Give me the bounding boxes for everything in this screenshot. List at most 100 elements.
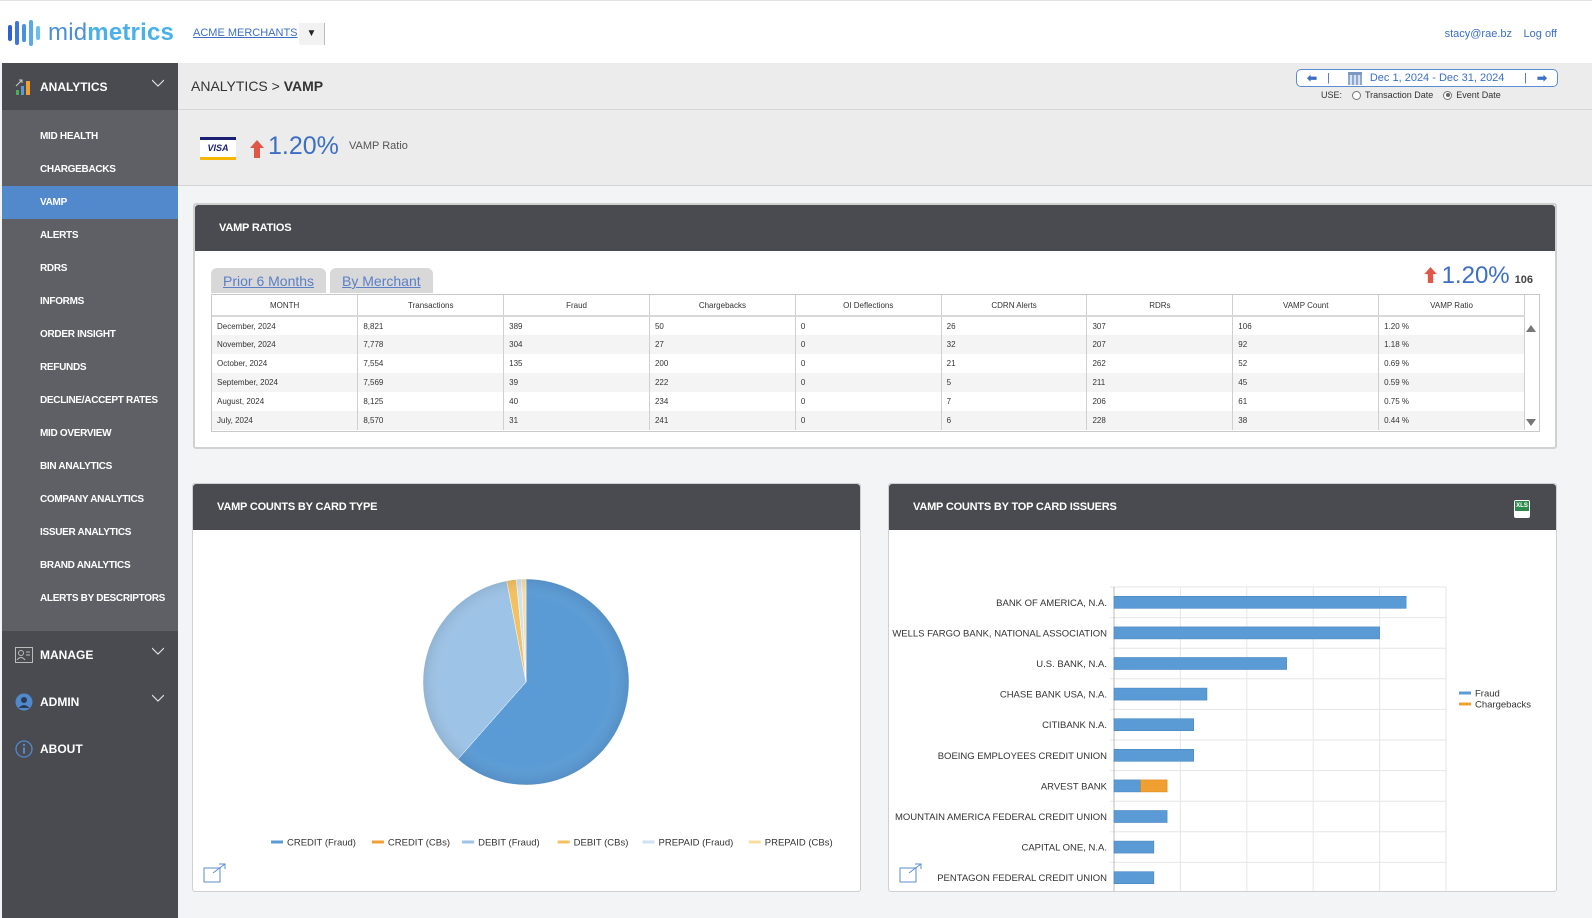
sidebar-item-alerts[interactable]: ALERTS <box>2 219 178 252</box>
sidebar-item-decline-accept-rates[interactable]: DECLINE/ACCEPT RATES <box>2 384 178 417</box>
tab-by-merchant[interactable]: By Merchant <box>330 268 433 293</box>
bar-fraud[interactable] <box>1113 810 1168 823</box>
date-range-text[interactable]: Dec 1, 2024 - Dec 31, 2024 <box>1370 72 1524 84</box>
bar-fraud[interactable] <box>1113 657 1287 670</box>
radio-transaction-date[interactable] <box>1352 90 1362 100</box>
sidebar-item-vamp[interactable]: VAMP <box>2 186 178 219</box>
table-body: December, 2024 8,821 389 50 0 26 307 106 1.20 % N… <box>212 316 1525 430</box>
sidebar-item-alerts-by-descriptors[interactable]: ALERTS BY DESCRIPTORS <box>2 582 178 615</box>
table-cell: 0 <box>795 411 942 430</box>
legend-item[interactable]: DEBIT (CBs) <box>557 838 629 849</box>
logo-bars-icon <box>8 20 40 46</box>
scroll-up-icon[interactable] <box>1526 325 1536 332</box>
sidebar-section-about[interactable]: ABOUT <box>2 725 178 772</box>
bar-fraud[interactable] <box>1113 840 1155 854</box>
sidebar-item-rdrs[interactable]: RDRS <box>2 252 178 285</box>
bar-fraud[interactable] <box>1113 718 1194 731</box>
date-range-picker[interactable]: ⬅ | Dec 1, 2024 - Dec 31, 2024 | ➡ <box>1296 69 1558 87</box>
column-header[interactable]: Fraud <box>503 295 650 317</box>
merchant-dropdown[interactable]: ▼ <box>299 23 325 45</box>
brand-light: mid <box>48 19 88 46</box>
breadcrumb-parent[interactable]: ANALYTICS <box>191 78 268 94</box>
table-cell: 106 <box>1232 316 1380 335</box>
legend-item[interactable]: Fraud <box>1459 689 1500 700</box>
table-cell: September, 2024 <box>212 373 359 392</box>
table-cell: 0.69 % <box>1378 354 1525 373</box>
arrow-right-icon[interactable]: ➡ <box>1527 71 1557 85</box>
sidebar-item-brand-analytics[interactable]: BRAND ANALYTICS <box>2 549 178 582</box>
bar-fraud[interactable] <box>1113 626 1380 640</box>
user-email-link[interactable]: stacy@rae.bz <box>1445 28 1512 40</box>
calendar-icon[interactable] <box>1347 71 1362 85</box>
column-header[interactable]: VAMP Ratio <box>1378 295 1525 317</box>
table-cell: 7,778 <box>357 335 505 354</box>
legend-label: DEBIT (CBs) <box>574 838 629 849</box>
user-icon <box>14 692 34 712</box>
bar-chargebacks[interactable] <box>1140 779 1168 793</box>
legend-item[interactable]: PREPAID (Fraud) <box>642 838 734 849</box>
bar-fraud[interactable] <box>1113 749 1194 762</box>
legend-item[interactable]: DEBIT (Fraud) <box>462 838 540 849</box>
arrow-left-icon[interactable]: ⬅ <box>1297 71 1327 85</box>
legend-item[interactable]: PREPAID (CBs) <box>748 838 833 849</box>
table-cell: 0.44 % <box>1378 411 1525 430</box>
sidebar-item-bin-analytics[interactable]: BIN ANALYTICS <box>2 450 178 483</box>
table-scrollbar[interactable] <box>1523 317 1539 431</box>
table-cell: 0.75 % <box>1378 392 1525 411</box>
legend-label: CREDIT (CBs) <box>388 838 450 849</box>
legend-item[interactable]: CREDIT (Fraud) <box>271 838 356 849</box>
column-header[interactable]: Chargebacks <box>649 295 796 317</box>
table-cell: 39 <box>503 373 650 392</box>
table-cell: 241 <box>649 411 796 430</box>
merchant-link[interactable]: ACME MERCHANTS <box>193 27 298 39</box>
y-tick-label: U.S. BANK, N.A. <box>1036 659 1107 670</box>
table-cell: 0 <box>795 335 942 354</box>
sidebar-item-chargebacks[interactable]: CHARGEBACKS <box>2 153 178 186</box>
sidebar-item-issuer-analytics[interactable]: ISSUER ANALYTICS <box>2 516 178 549</box>
radio-event-date[interactable] <box>1443 90 1453 100</box>
scroll-down-icon[interactable] <box>1526 419 1536 426</box>
column-header[interactable]: MONTH <box>212 295 359 317</box>
table-cell: 40 <box>503 392 650 411</box>
legend-item[interactable]: CREDIT (CBs) <box>371 838 450 849</box>
sidebar-item-mid-overview[interactable]: MID OVERVIEW <box>2 417 178 450</box>
ratio-summary-value: 1.20% <box>1441 262 1510 289</box>
excel-export-icon[interactable]: XLS <box>1514 500 1530 518</box>
table-cell: 0 <box>795 354 942 373</box>
legend-item[interactable]: Chargebacks <box>1459 700 1531 711</box>
table-cell: 38 <box>1232 411 1380 430</box>
table-cell: 27 <box>649 335 796 354</box>
column-header[interactable]: VAMP Count <box>1232 295 1380 317</box>
column-header[interactable]: CDRN Alerts <box>941 295 1088 317</box>
bar-fraud[interactable] <box>1113 871 1155 885</box>
popout-icon[interactable] <box>203 863 227 883</box>
column-header[interactable]: Transactions <box>357 295 505 317</box>
chevron-down-icon <box>152 647 164 655</box>
sidebar-item-mid-health[interactable]: MID HEALTH <box>2 120 178 153</box>
bar-fraud[interactable] <box>1113 596 1407 609</box>
column-header[interactable]: RDRs <box>1086 295 1234 317</box>
sidebar-item-order-insight[interactable]: ORDER INSIGHT <box>2 318 178 351</box>
table-row: December, 2024 8,821 389 50 0 26 307 106 1.20 % <box>212 316 1525 335</box>
sidebar-item-refunds[interactable]: REFUNDS <box>2 351 178 384</box>
column-header[interactable]: OI Deflections <box>795 295 942 317</box>
table-cell: August, 2024 <box>212 392 359 411</box>
midmetrics-logo[interactable]: midmetrics <box>8 19 174 47</box>
table-cell: July, 2024 <box>212 411 359 430</box>
sidebar-section-manage[interactable]: MANAGE <box>2 631 178 678</box>
bar-fraud[interactable] <box>1113 687 1208 701</box>
legend-label: DEBIT (Fraud) <box>478 838 540 849</box>
popout-icon[interactable] <box>899 863 923 883</box>
bar-fraud[interactable] <box>1113 779 1141 793</box>
sidebar-section-admin[interactable]: ADMIN <box>2 678 178 725</box>
logoff-link[interactable]: Log off <box>1524 28 1557 40</box>
table-cell: 8,125 <box>357 392 505 411</box>
sidebar-item-company-analytics[interactable]: COMPANY ANALYTICS <box>2 483 178 516</box>
tab-prior-6-months[interactable]: Prior 6 Months <box>211 268 327 293</box>
date-basis-selector: USE: Transaction Date Event Date <box>1321 90 1501 100</box>
table-cell: 304 <box>503 335 650 354</box>
info-icon <box>14 739 34 759</box>
brand-bold: metrics <box>87 19 175 46</box>
sidebar-section-analytics[interactable]: ANALYTICS <box>2 63 178 110</box>
sidebar-item-informs[interactable]: INFORMS <box>2 285 178 318</box>
